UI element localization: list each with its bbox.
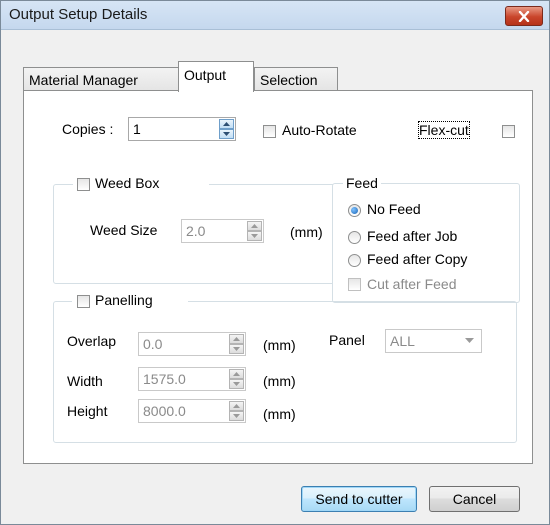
chevron-down-icon (465, 338, 474, 343)
no-feed-label: No Feed (367, 201, 421, 217)
arrow-up-icon (251, 224, 258, 228)
arrow-down-icon (233, 382, 240, 386)
height-value: 8000.0 (143, 403, 186, 419)
cut-after-feed-checkbox[interactable] (348, 278, 361, 291)
feed-after-copy-radio[interactable] (348, 254, 361, 267)
weed-size-value: 2.0 (186, 223, 206, 239)
output-setup-dialog: Output Setup Details Material Manager Ou… (0, 0, 550, 525)
copies-value: 1 (133, 121, 141, 137)
width-value: 1575.0 (143, 371, 186, 387)
cut-after-feed-label: Cut after Feed (367, 276, 457, 292)
height-down-button[interactable] (229, 411, 244, 421)
overlap-down-button[interactable] (229, 344, 244, 354)
arrow-up-icon (233, 404, 240, 408)
weed-size-unit: (mm) (290, 224, 323, 240)
overlap-value: 0.0 (143, 336, 163, 352)
width-label: Width (67, 373, 103, 389)
height-up-button[interactable] (229, 401, 244, 411)
copies-label: Copies : (62, 121, 114, 137)
arrow-up-icon (223, 122, 230, 126)
weed-size-stepper[interactable]: 2.0 (181, 219, 264, 243)
weed-box-checkbox[interactable] (77, 178, 90, 191)
arrow-up-icon (233, 337, 240, 341)
copies-down-button[interactable] (219, 129, 234, 139)
weed-size-up-button[interactable] (247, 221, 262, 231)
panelling-checkbox[interactable] (77, 295, 90, 308)
feed-label: Feed (343, 175, 381, 191)
arrow-down-icon (233, 347, 240, 351)
height-label: Height (67, 403, 108, 419)
arrow-down-icon (251, 234, 258, 238)
overlap-up-button[interactable] (229, 334, 244, 344)
feed-after-job-label: Feed after Job (367, 228, 458, 244)
auto-rotate-label: Auto-Rotate (282, 122, 357, 138)
auto-rotate-checkbox[interactable] (263, 125, 276, 138)
width-unit: (mm) (263, 373, 296, 389)
flex-cut-checkbox[interactable] (502, 125, 515, 138)
copies-up-button[interactable] (219, 119, 234, 129)
weed-size-down-button[interactable] (247, 231, 262, 241)
arrow-down-icon (223, 132, 230, 136)
overlap-label: Overlap (67, 333, 117, 349)
copies-stepper[interactable]: 1 (128, 117, 236, 141)
no-feed-radio[interactable] (348, 204, 361, 217)
width-stepper[interactable]: 1575.0 (138, 367, 246, 391)
weed-box-label: Weed Box (95, 175, 160, 191)
feed-after-job-radio[interactable] (348, 231, 361, 244)
height-stepper[interactable]: 8000.0 (138, 399, 246, 423)
panelling-label: Panelling (95, 292, 153, 308)
weed-size-label: Weed Size (90, 222, 158, 238)
arrow-up-icon (233, 372, 240, 376)
output-tab-content: Copies : 1 Auto-Rotate Flex-cut Weed Box… (1, 1, 549, 524)
send-to-cutter-button[interactable]: Send to cutter (301, 486, 417, 512)
width-up-button[interactable] (229, 369, 244, 379)
overlap-stepper[interactable]: 0.0 (138, 332, 246, 356)
flex-cut-label: Flex-cut (418, 121, 470, 139)
panel-select[interactable]: ALL (385, 329, 482, 353)
width-down-button[interactable] (229, 379, 244, 389)
feed-after-copy-label: Feed after Copy (367, 251, 468, 267)
panel-value: ALL (390, 333, 415, 349)
cancel-button[interactable]: Cancel (429, 486, 520, 512)
overlap-unit: (mm) (263, 337, 296, 353)
height-unit: (mm) (263, 406, 296, 422)
panel-label: Panel (329, 332, 365, 348)
arrow-down-icon (233, 414, 240, 418)
